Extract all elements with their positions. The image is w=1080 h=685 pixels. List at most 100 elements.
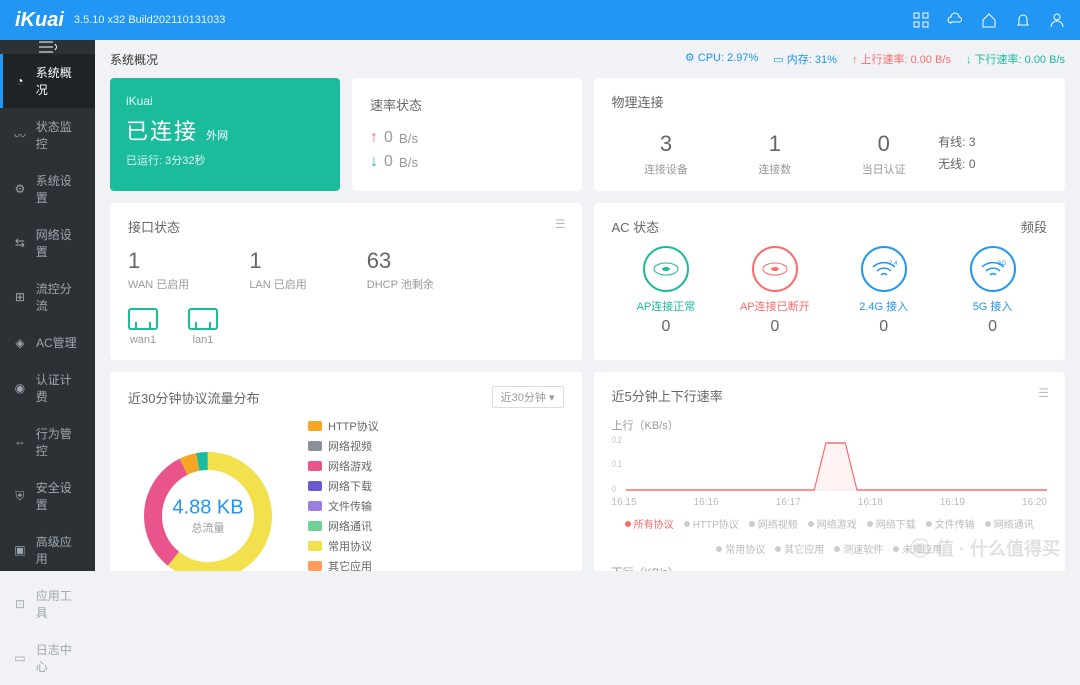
phys-title: 物理连接 <box>612 92 1048 111</box>
ac-icon <box>752 246 798 292</box>
ac-icon: 2.4G <box>861 246 907 292</box>
up-chart-title: 上行（KB/s） <box>612 417 1048 433</box>
sidebar-item-5[interactable]: ◈ AC管理 <box>0 324 95 361</box>
port-wan1[interactable]: wan1 <box>128 308 158 346</box>
cpu-status: ⚙ CPU: 2.97% <box>685 51 758 67</box>
nav-icon: 〰 <box>12 127 28 143</box>
traffic-legend-item[interactable]: 常用协议 <box>716 541 765 556</box>
legend-item[interactable]: HTTP协议 <box>308 418 379 434</box>
dot-icon <box>834 546 840 552</box>
sidebar-label: 状态监控 <box>36 118 83 152</box>
sidebar-label: 认证计费 <box>36 371 83 405</box>
down-status: ↓ 下行速率: 0.00 B/s <box>966 51 1065 67</box>
sidebar-item-10[interactable]: ⊡应用工具 <box>0 577 95 631</box>
time-selector[interactable]: 近30分钟 ▾ <box>492 386 564 408</box>
up-arrow-icon: ↑ <box>370 129 378 147</box>
card-menu-icon[interactable]: ☰ <box>555 217 566 231</box>
nav-icon: ◉ <box>12 380 28 396</box>
legend-dot-icon <box>308 441 322 451</box>
svg-text:0: 0 <box>612 484 616 494</box>
traffic-legend-item[interactable]: 网络游戏 <box>808 516 857 531</box>
traffic-title: 近5分钟上下行速率 <box>612 386 1048 405</box>
legend-item[interactable]: 其它应用 <box>308 558 379 571</box>
sidebar-toggle[interactable] <box>0 40 95 54</box>
sidebar-label: 应用工具 <box>36 587 83 621</box>
sidebar-item-6[interactable]: ◉ 认证计费 <box>0 361 95 415</box>
cloud-icon[interactable] <box>947 12 963 28</box>
traffic-legend-item[interactable]: 所有协议 <box>625 516 674 531</box>
conn-brand: iKuai <box>126 94 324 108</box>
donut-total: 4.88 KB <box>172 497 243 520</box>
legend-item[interactable]: 常用协议 <box>308 538 379 554</box>
legend-item[interactable]: 网络下载 <box>308 478 379 494</box>
legend-item[interactable]: 网络通讯 <box>308 518 379 534</box>
sidebar-label: 行为管控 <box>36 425 83 459</box>
ethernet-icon <box>188 308 218 330</box>
bell-icon[interactable] <box>1015 12 1031 28</box>
nav-icon: ◈ <box>12 335 28 351</box>
ac-item-3: 5G5G 接入0 <box>938 246 1047 336</box>
sidebar-item-4[interactable]: ⊞流控分流 <box>0 270 95 324</box>
sidebar-item-0[interactable]: ◔系统概况 <box>0 54 95 108</box>
sidebar-label: 安全设置 <box>36 479 83 513</box>
donut-chart: 4.88 KB 总流量 <box>128 436 288 571</box>
traffic-legend-item[interactable]: 其它应用 <box>775 541 824 556</box>
svg-text:值: 值 <box>915 541 926 555</box>
sidebar-item-1[interactable]: 〰状态监控 <box>0 108 95 162</box>
sidebar-label: 高级应用 <box>36 533 83 567</box>
user-icon[interactable] <box>1049 12 1065 28</box>
legend-dot-icon <box>308 481 322 491</box>
legend-item[interactable]: 文件传输 <box>308 498 379 514</box>
dot-icon <box>749 521 755 527</box>
version-text: 3.5.10 x32 Build202110131033 <box>74 14 226 26</box>
dot-icon <box>775 546 781 552</box>
connection-card: iKuai 已连接 外网 已运行: 3分32秒 <box>110 78 340 191</box>
sidebar-item-3[interactable]: ⇆网络设置 <box>0 216 95 270</box>
sidebar-item-2[interactable]: ⚙系统设置 <box>0 162 95 216</box>
home-icon[interactable] <box>981 12 997 28</box>
legend-item[interactable]: 网络游戏 <box>308 458 379 474</box>
card-menu-icon[interactable]: ☰ <box>1038 386 1049 400</box>
watermark: 值 值 · 什么值得买 <box>910 535 1060 561</box>
sidebar-item-9[interactable]: ▣ 高级应用 <box>0 523 95 577</box>
ac-title: AC 状态 <box>612 217 660 236</box>
sidebar-label: 系统概况 <box>36 64 83 98</box>
nav-icon: ▣ <box>12 542 28 558</box>
ac-item-2: 2.4G2.4G 接入0 <box>829 246 938 336</box>
svg-text:0.2: 0.2 <box>612 435 622 445</box>
physical-card: 物理连接 3连接设备 1连接数 0当日认证 有线: 3 无线: 0 <box>594 78 1066 191</box>
nav-icon: ⚙ <box>12 181 28 197</box>
apps-icon[interactable] <box>913 12 929 28</box>
sidebar-item-8[interactable]: ⛨安全设置 <box>0 469 95 523</box>
nav-icon: ⇔ <box>12 434 28 450</box>
sidebar-label: AC管理 <box>36 334 77 351</box>
dot-icon <box>625 521 631 527</box>
sidebar-label: 流控分流 <box>36 280 83 314</box>
ac-card: AC 状态 频段 AP连接正常0AP连接已断开02.4G2.4G 接入05G5G… <box>594 203 1066 360</box>
sidebar-item-7[interactable]: ⇔ 行为管控 <box>0 415 95 469</box>
traffic-legend-item[interactable]: 网络通讯 <box>985 516 1034 531</box>
ac-item-1: AP连接已断开0 <box>720 246 829 336</box>
traffic-legend-item[interactable]: HTTP协议 <box>684 516 739 531</box>
legend-dot-icon <box>308 521 322 531</box>
interface-card: ☰ 接口状态 1WAN 已启用 1LAN 已启用 63DHCP 池剩余 wan1… <box>110 203 582 360</box>
traffic-legend-item[interactable]: 文件传输 <box>926 516 975 531</box>
svg-text:0.1: 0.1 <box>612 459 622 469</box>
sidebar-item-11[interactable]: ▭日志中心 <box>0 631 95 685</box>
traffic-legend-item[interactable]: 测速软件 <box>834 541 883 556</box>
port-lan1[interactable]: lan1 <box>188 308 218 346</box>
donut-label: 总流量 <box>172 520 243 536</box>
legend-item[interactable]: 网络视频 <box>308 438 379 454</box>
protocol-title: 近30分钟协议流量分布 <box>128 388 259 407</box>
brand-logo: iKuai <box>15 9 64 32</box>
sidebar: ◔系统概况〰状态监控⚙系统设置⇆网络设置⊞流控分流◈AC管理◉认证计费⇔行为管控… <box>0 40 95 571</box>
ac-item-0: AP连接正常0 <box>612 246 721 336</box>
traffic-legend-item[interactable]: 网络下载 <box>867 516 916 531</box>
dot-icon <box>808 521 814 527</box>
up-line-chart: 0.2 0.1 0 <box>612 435 1048 495</box>
topbar: iKuai 3.5.10 x32 Build202110131033 <box>0 0 1080 40</box>
dot-icon <box>893 546 899 552</box>
legend-dot-icon <box>308 561 322 571</box>
traffic-legend-item[interactable]: 网络视频 <box>749 516 798 531</box>
sidebar-label: 网络设置 <box>36 226 83 260</box>
